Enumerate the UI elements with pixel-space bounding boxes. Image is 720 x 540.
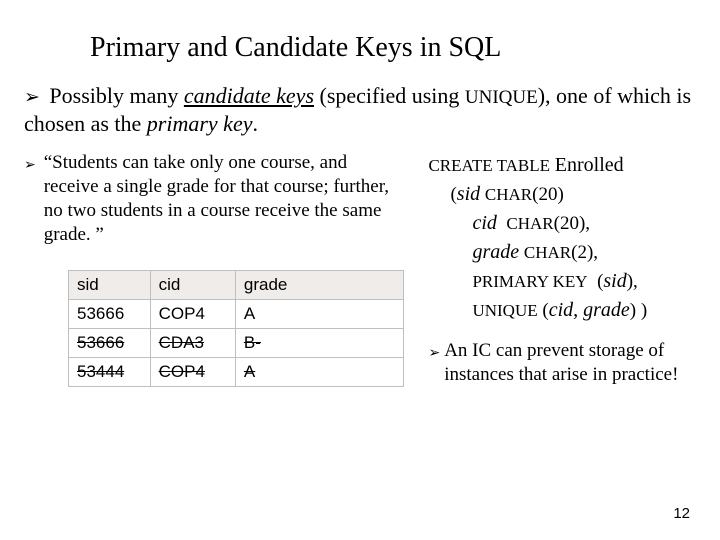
cell-sid: 53444 [69,358,151,387]
cell-cid: COP4 [150,358,235,387]
cell-grade: A [235,358,404,387]
table-row: 53666 CDA3 B- [69,329,404,358]
enrolled-table: sid cid grade 53666 COP4 A 53666 CDA3 B-… [68,270,404,387]
col-sid: sid [69,271,151,300]
text: (specified using [314,83,465,108]
slide-title: Primary and Candidate Keys in SQL [0,0,720,82]
cell-sid: 53666 [69,300,151,329]
sql-line: UNIQUE (cid, grade) ) [428,296,698,325]
table-header-row: sid cid grade [69,271,404,300]
sql-line: CREATE TABLE Enrolled [428,151,698,180]
page-number: 12 [673,505,690,522]
sql-line: (sid CHAR(20) [428,180,698,209]
sql-line: cid CHAR(20), [428,209,698,238]
arrow-icon: ➢ [428,344,440,387]
cell-grade: A [235,300,404,329]
text: . [252,111,258,136]
arrow-icon: ➢ [24,156,36,246]
table-row: 53666 COP4 A [69,300,404,329]
col-grade: grade [235,271,404,300]
unique-keyword: UNIQUE [465,87,538,108]
sql-line: grade CHAR(2), [428,238,698,267]
quote-text: “Students can take only one course, and … [44,151,405,246]
quote-bullet: ➢ “Students can take only one course, an… [24,151,404,246]
text: Possibly many [49,83,183,108]
cell-cid: CDA3 [150,329,235,358]
sql-block: CREATE TABLE Enrolled (sid CHAR(20) cid … [422,151,698,325]
ic-note: ➢ An IC can prevent storage of instances… [422,339,698,387]
candidate-keys-term: candidate keys [184,83,314,108]
col-cid: cid [150,271,235,300]
cell-sid: 53666 [69,329,151,358]
top-bullet: ➢ Possibly many candidate keys (specifie… [0,82,720,151]
arrow-icon: ➢ [24,87,40,108]
cell-grade: B- [235,329,404,358]
sql-line: PRIMARY KEY (sid), [428,267,698,296]
note-text: An IC can prevent storage of instances t… [444,339,698,387]
table-row: 53444 COP4 A [69,358,404,387]
primary-key-term: primary key [147,111,253,136]
cell-cid: COP4 [150,300,235,329]
